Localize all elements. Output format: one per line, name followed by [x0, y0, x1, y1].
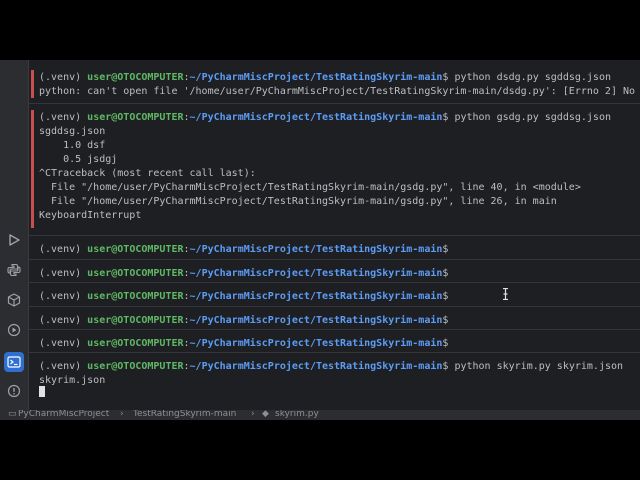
working-directory: ~/PyCharmMiscProject/TestRatingSkyrim-ma… — [189, 72, 443, 83]
chevron-right-icon: › — [251, 410, 255, 419]
prompt-dollar: $ — [442, 291, 449, 302]
prompt-line: (.venv) user@OTOCOMPUTER:~/PyCharmMiscPr… — [39, 314, 448, 327]
terminal-icon[interactable] — [4, 352, 24, 372]
user-host: user@OTOCOMPUTER — [87, 268, 184, 279]
text-cursor — [39, 386, 45, 397]
working-directory: ~/PyCharmMiscProject/TestRatingSkyrim-ma… — [189, 338, 443, 349]
user-host: user@OTOCOMPUTER — [87, 338, 184, 349]
user-host: user@OTOCOMPUTER — [87, 315, 184, 326]
command-text: python dsdg.py sgddsg.json — [448, 72, 611, 83]
output-line: KeyboardInterrupt — [39, 210, 142, 221]
working-directory: ~/PyCharmMiscProject/TestRatingSkyrim-ma… — [189, 268, 443, 279]
venv-label: (.venv) — [39, 291, 88, 302]
output-line: File "/home/user/PyCharmMiscProject/Test… — [39, 196, 557, 207]
command-block[interactable]: (.venv) user@OTOCOMPUTER:~/PyCharmMiscPr… — [29, 259, 640, 282]
command-block[interactable]: (.venv) user@OTOCOMPUTER:~/PyCharmMiscPr… — [29, 306, 640, 329]
user-host: user@OTOCOMPUTER — [87, 112, 184, 123]
problems-icon[interactable] — [4, 381, 24, 401]
python-packages-icon[interactable] — [4, 290, 24, 310]
prompt-line: (.venv) user@OTOCOMPUTER:~/PyCharmMiscPr… — [39, 290, 448, 303]
error-indicator — [31, 110, 34, 228]
prompt-dollar: $ — [442, 268, 449, 279]
working-directory: ~/PyCharmMiscProject/TestRatingSkyrim-ma… — [189, 315, 443, 326]
ide-window: (.venv) user@OTOCOMPUTER:~/PyCharmMiscPr… — [0, 60, 640, 420]
services-icon[interactable] — [4, 320, 24, 340]
mouse-ibeam-cursor — [503, 288, 508, 300]
user-host: user@OTOCOMPUTER — [87, 244, 184, 255]
breadcrumb-project[interactable]: PyCharmMiscProject — [18, 410, 109, 420]
venv-label: (.venv) — [39, 268, 88, 279]
error-indicator — [31, 70, 34, 98]
command-text: python gsdg.py sgddsg.json — [448, 112, 611, 123]
terminal-panel[interactable]: (.venv) user@OTOCOMPUTER:~/PyCharmMiscPr… — [29, 60, 640, 410]
command-block[interactable]: (.venv) user@OTOCOMPUTER:~/PyCharmMiscPr… — [29, 235, 640, 258]
tool-window-sidebar — [0, 60, 29, 410]
command-block[interactable]: (.venv) user@OTOCOMPUTER:~/PyCharmMiscPr… — [29, 64, 640, 102]
user-host: user@OTOCOMPUTER — [87, 72, 184, 83]
prompt-line: (.venv) user@OTOCOMPUTER:~/PyCharmMiscPr… — [39, 243, 448, 256]
prompt-dollar: $ — [442, 338, 449, 349]
prompt-line: (.venv) user@OTOCOMPUTER:~/PyCharmMiscPr… — [39, 267, 448, 280]
navigation-bar: ▭ PyCharmMiscProject › TestRatingSkyrim-… — [0, 410, 640, 420]
command-text: python skyrim.py skyrim.json — [448, 361, 624, 372]
venv-label: (.venv) — [39, 338, 88, 349]
working-directory: ~/PyCharmMiscProject/TestRatingSkyrim-ma… — [189, 112, 443, 123]
prompt-line: (.venv) user@OTOCOMPUTER:~/PyCharmMiscPr… — [39, 360, 623, 373]
breadcrumb-file[interactable]: skyrim.py — [275, 410, 319, 420]
output-line: python: can't open file '/home/user/PyCh… — [39, 86, 636, 97]
command-block[interactable]: (.venv) user@OTOCOMPUTER:~/PyCharmMiscPr… — [29, 103, 640, 232]
command-block[interactable]: (.venv) user@OTOCOMPUTER:~/PyCharmMiscPr… — [29, 329, 640, 352]
python-console-icon[interactable] — [4, 260, 24, 280]
breadcrumb-folder[interactable]: TestRatingSkyrim-main — [133, 410, 236, 420]
working-directory: ~/PyCharmMiscProject/TestRatingSkyrim-ma… — [189, 361, 443, 372]
working-directory: ~/PyCharmMiscProject/TestRatingSkyrim-ma… — [189, 291, 443, 302]
prompt-line: (.venv) user@OTOCOMPUTER:~/PyCharmMiscPr… — [39, 111, 611, 124]
venv-label: (.venv) — [39, 244, 88, 255]
prompt-line: (.venv) user@OTOCOMPUTER:~/PyCharmMiscPr… — [39, 71, 611, 84]
prompt-dollar: $ — [442, 244, 449, 255]
output-line: File "/home/user/PyCharmMiscProject/Test… — [39, 182, 581, 193]
command-block[interactable]: (.venv) user@OTOCOMPUTER:~/PyCharmMiscPr… — [29, 282, 640, 305]
user-host: user@OTOCOMPUTER — [87, 291, 184, 302]
output-line: skyrim.json — [39, 375, 106, 386]
command-block[interactable]: (.venv) user@OTOCOMPUTER:~/PyCharmMiscPr… — [29, 352, 640, 410]
prompt-line: (.venv) user@OTOCOMPUTER:~/PyCharmMiscPr… — [39, 337, 448, 350]
venv-label: (.venv) — [39, 315, 88, 326]
output-line: 1.0 dsf — [39, 140, 106, 151]
venv-label: (.venv) — [39, 112, 88, 123]
venv-label: (.venv) — [39, 361, 88, 372]
prompt-dollar: $ — [442, 315, 449, 326]
chevron-right-icon: › — [120, 410, 124, 419]
output-line: 0.5 jsdgj — [39, 154, 118, 165]
user-host: user@OTOCOMPUTER — [87, 361, 184, 372]
run-icon[interactable] — [4, 230, 24, 250]
output-line: ^CTraceback (most recent call last): — [39, 168, 256, 179]
venv-label: (.venv) — [39, 72, 88, 83]
working-directory: ~/PyCharmMiscProject/TestRatingSkyrim-ma… — [189, 244, 443, 255]
output-line: sgddsg.json — [39, 126, 106, 137]
folder-icon: ▭ — [8, 410, 17, 419]
python-file-icon: ◆ — [262, 410, 269, 419]
